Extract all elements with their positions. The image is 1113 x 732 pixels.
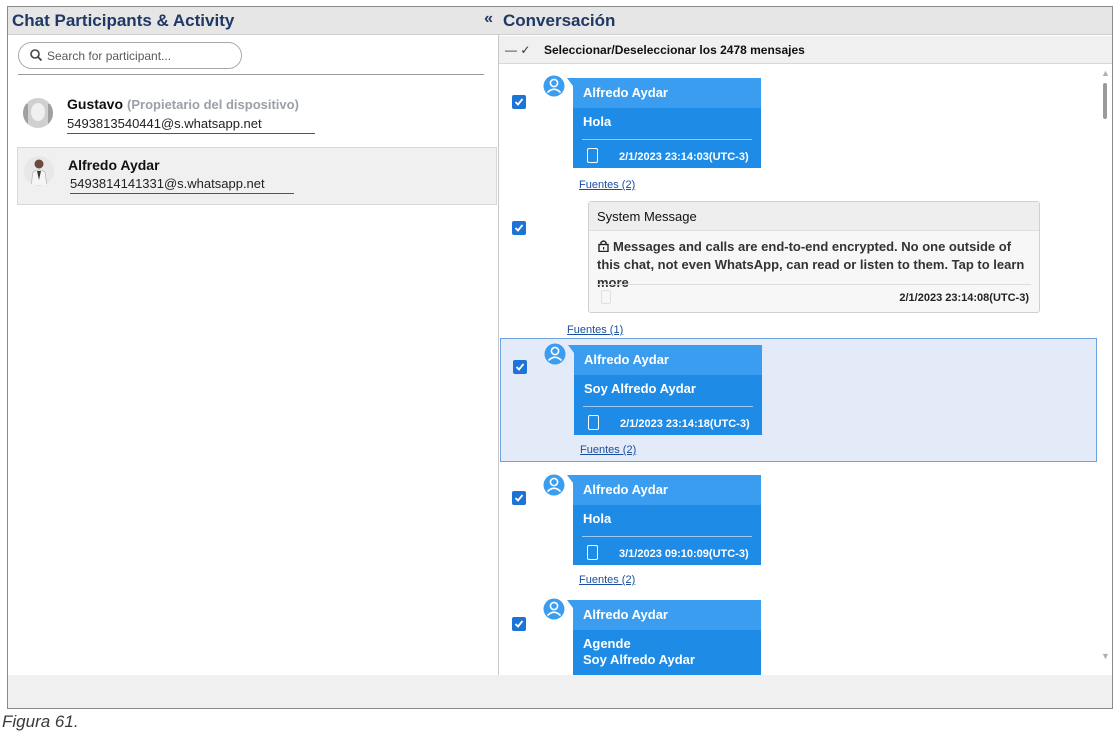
conversation-panel: Conversación — ✓ Seleccionar/Deseleccion… xyxy=(499,7,1112,675)
search-input[interactable] xyxy=(47,46,232,65)
message-timestamp: 3/1/2023 09:10:09(UTC-3) xyxy=(619,548,749,560)
message-text: Hola xyxy=(583,114,612,129)
default-avatar-icon xyxy=(23,98,53,128)
message-timestamp: 2/1/2023 23:14:03(UTC-3) xyxy=(619,151,749,163)
conversation-header: Conversación xyxy=(499,7,1112,35)
participant-item[interactable]: Gustavo (Propietario del dispositivo) 549… xyxy=(17,90,497,148)
message-timestamp: 2/1/2023 23:14:18(UTC-3) xyxy=(620,418,750,430)
figure-caption: Figura 61. xyxy=(2,712,79,731)
conversation-title: Conversación xyxy=(503,11,616,30)
system-message-card[interactable]: System Message Messages and calls are en… xyxy=(588,201,1040,313)
user-avatar-icon xyxy=(544,343,566,365)
device-icon xyxy=(587,545,598,560)
message-row: Alfredo Aydar Hola 3/1/2023 09:10:09(UTC… xyxy=(499,462,1097,592)
message-checkbox[interactable] xyxy=(513,360,527,374)
select-all-label: Seleccionar/Deseleccionar los 2478 mensa… xyxy=(544,43,805,57)
message-checkbox[interactable] xyxy=(512,95,526,109)
sources-link[interactable]: Fuentes (2) xyxy=(580,444,636,456)
participant-name: Gustavo (Propietario del dispositivo) xyxy=(67,96,299,112)
message-text: Hola xyxy=(583,511,612,526)
avatar xyxy=(24,156,54,186)
message-text: Soy Alfredo Aydar xyxy=(584,381,696,396)
message-text-line: Soy Alfredo Aydar xyxy=(583,652,695,667)
scroll-thumb[interactable] xyxy=(1103,83,1107,119)
app-root: Chat Participants & Activity « Search fo… xyxy=(0,0,1113,732)
user-avatar-icon xyxy=(543,75,565,97)
lock-icon xyxy=(598,240,609,253)
participant-role: (Propietario del dispositivo) xyxy=(127,97,299,112)
participants-title: Chat Participants & Activity xyxy=(12,11,235,30)
select-all-toggle-icon[interactable]: — ✓ xyxy=(505,43,530,57)
message-bubble[interactable]: Alfredo Aydar Hola 3/1/2023 09:10:09(UTC… xyxy=(567,475,761,565)
participants-header: Chat Participants & Activity « xyxy=(8,7,499,35)
message-bubble[interactable]: Alfredo Aydar Soy Alfredo Aydar 2/1/2023… xyxy=(568,345,762,435)
participant-name: Alfredo Aydar xyxy=(68,157,160,173)
search-icon xyxy=(30,49,43,62)
scroll-up-icon[interactable]: ▲ xyxy=(1101,68,1110,78)
system-message-header: System Message xyxy=(589,202,1039,231)
scroll-down-icon[interactable]: ▼ xyxy=(1101,651,1110,661)
message-sender: Alfredo Aydar xyxy=(573,600,761,630)
participant-search[interactable] xyxy=(18,42,242,69)
message-row: Alfredo Aydar Agende Soy Alfredo Aydar xyxy=(499,592,1097,675)
message-checkbox[interactable] xyxy=(512,221,526,235)
message-sender: Alfredo Aydar xyxy=(573,78,761,108)
participant-name-text: Gustavo xyxy=(67,96,124,112)
participant-item[interactable]: Alfredo Aydar 5493814141331@s.whatsapp.n… xyxy=(17,147,497,205)
app-window: Chat Participants & Activity « Search fo… xyxy=(7,6,1113,709)
user-avatar-icon xyxy=(543,598,565,620)
message-bubble[interactable]: Alfredo Aydar Hola 2/1/2023 23:14:03(UTC… xyxy=(567,78,761,168)
device-icon xyxy=(588,415,599,430)
conversation-scrollbar[interactable]: ▲ ▼ xyxy=(1098,64,1112,675)
sources-link[interactable]: Fuentes (1) xyxy=(567,324,623,336)
participant-phone: 5493814141331@s.whatsapp.net xyxy=(70,176,294,194)
message-bubble[interactable]: Alfredo Aydar Agende Soy Alfredo Aydar xyxy=(567,600,761,675)
message-text-line: Agende xyxy=(583,636,631,651)
message-sender: Alfredo Aydar xyxy=(574,345,762,375)
select-all-bar[interactable]: — ✓ Seleccionar/Deseleccionar los 2478 m… xyxy=(499,36,1112,64)
user-avatar-icon xyxy=(543,474,565,496)
participants-panel: Chat Participants & Activity « Search fo… xyxy=(8,7,499,675)
message-checkbox[interactable] xyxy=(512,617,526,631)
device-icon xyxy=(587,148,598,163)
message-row-selected: Alfredo Aydar Soy Alfredo Aydar 2/1/2023… xyxy=(500,338,1097,462)
message-checkbox[interactable] xyxy=(512,491,526,505)
sources-link[interactable]: Fuentes (2) xyxy=(579,179,635,191)
collapse-left-icon[interactable]: « xyxy=(484,10,493,28)
search-divider xyxy=(18,74,484,75)
message-sender: Alfredo Aydar xyxy=(573,475,761,505)
device-icon xyxy=(601,290,611,304)
sources-link[interactable]: Fuentes (2) xyxy=(579,574,635,586)
message-text: Agende Soy Alfredo Aydar xyxy=(573,630,761,668)
participant-phone: 5493813540441@s.whatsapp.net xyxy=(67,116,315,134)
message-row: Alfredo Aydar Hola 2/1/2023 23:14:03(UTC… xyxy=(499,64,1097,194)
message-timestamp: 2/1/2023 23:14:08(UTC-3) xyxy=(899,292,1029,304)
system-message-text: Messages and calls are end-to-end encryp… xyxy=(597,239,1025,290)
